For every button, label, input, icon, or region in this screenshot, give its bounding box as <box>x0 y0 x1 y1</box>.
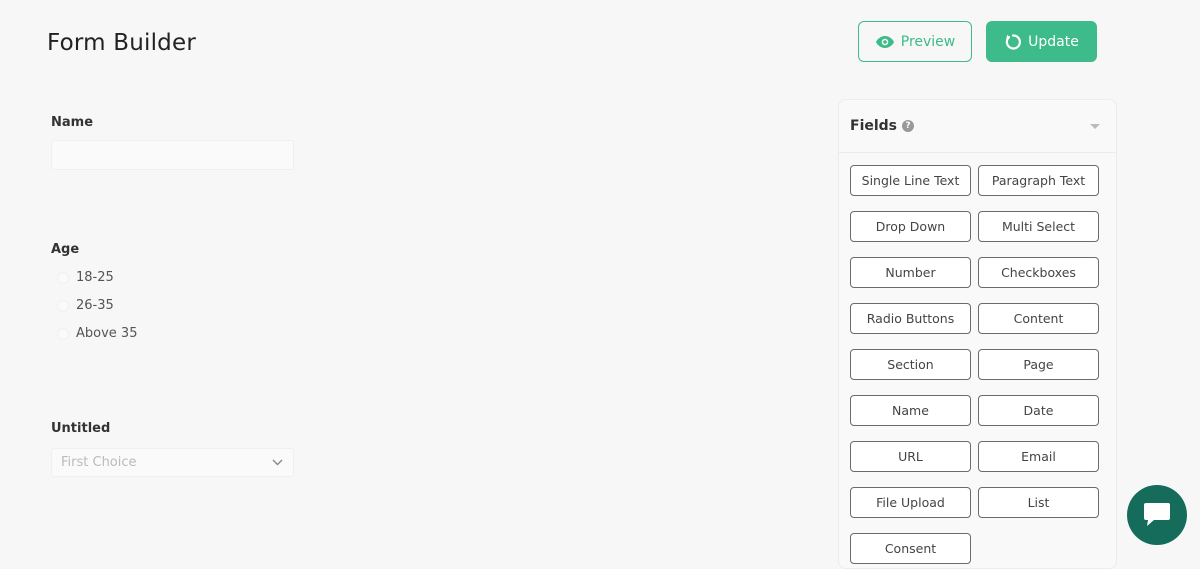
field-button-grid: Single Line Text Paragraph Text Drop Dow… <box>850 165 1099 564</box>
refresh-icon <box>1005 33 1022 50</box>
field-list[interactable]: List <box>978 487 1099 518</box>
update-label: Update <box>1028 33 1079 50</box>
fields-panel: Fields ? Single Line Text Paragraph Text… <box>838 99 1117 569</box>
fields-panel-header[interactable]: Fields ? <box>839 100 1116 153</box>
field-name[interactable]: Name <box>850 395 971 426</box>
field-number[interactable]: Number <box>850 257 971 288</box>
update-button[interactable]: Update <box>986 21 1097 62</box>
field-multi-select[interactable]: Multi Select <box>978 211 1099 242</box>
field-single-line-text[interactable]: Single Line Text <box>850 165 971 196</box>
page-title: Form Builder <box>47 30 196 56</box>
field-paragraph-text[interactable]: Paragraph Text <box>978 165 1099 196</box>
field-email[interactable]: Email <box>978 441 1099 472</box>
question-circle-icon[interactable]: ? <box>902 120 915 132</box>
caret-down-icon[interactable] <box>1090 123 1100 129</box>
field-date[interactable]: Date <box>978 395 1099 426</box>
field-consent[interactable]: Consent <box>850 533 971 564</box>
age-field-label: Age <box>51 242 80 257</box>
chat-launcher-button[interactable] <box>1127 485 1187 545</box>
preview-button[interactable]: Preview <box>858 21 972 62</box>
fields-title-text: Fields <box>850 118 898 134</box>
field-checkboxes[interactable]: Checkboxes <box>978 257 1099 288</box>
select-value: First Choice <box>61 455 137 470</box>
age-option-18-25[interactable]: 18-25 <box>57 270 114 285</box>
radio-label: Above 35 <box>76 326 138 341</box>
age-option-26-35[interactable]: 26-35 <box>57 298 114 313</box>
fields-title: Fields ? <box>850 118 915 134</box>
preview-label: Preview <box>900 33 956 50</box>
field-page[interactable]: Page <box>978 349 1099 380</box>
field-file-upload[interactable]: File Upload <box>850 487 971 518</box>
radio-label: 26-35 <box>76 298 114 313</box>
eye-icon <box>875 35 894 48</box>
field-content[interactable]: Content <box>978 303 1099 334</box>
radio-button[interactable] <box>57 271 69 284</box>
untitled-select[interactable]: First Choice <box>51 448 294 477</box>
radio-button[interactable] <box>57 327 69 340</box>
field-drop-down[interactable]: Drop Down <box>850 211 971 242</box>
name-field-label: Name <box>51 115 94 130</box>
radio-button[interactable] <box>57 299 69 312</box>
age-option-above-35[interactable]: Above 35 <box>57 326 137 341</box>
radio-label: 18-25 <box>76 270 114 285</box>
chevron-down-icon <box>272 459 283 466</box>
field-section[interactable]: Section <box>850 349 971 380</box>
field-url[interactable]: URL <box>850 441 971 472</box>
untitled-field-label: Untitled <box>51 421 111 436</box>
chat-icon <box>1144 503 1170 526</box>
field-radio-buttons[interactable]: Radio Buttons <box>850 303 971 334</box>
name-input[interactable] <box>51 140 294 170</box>
